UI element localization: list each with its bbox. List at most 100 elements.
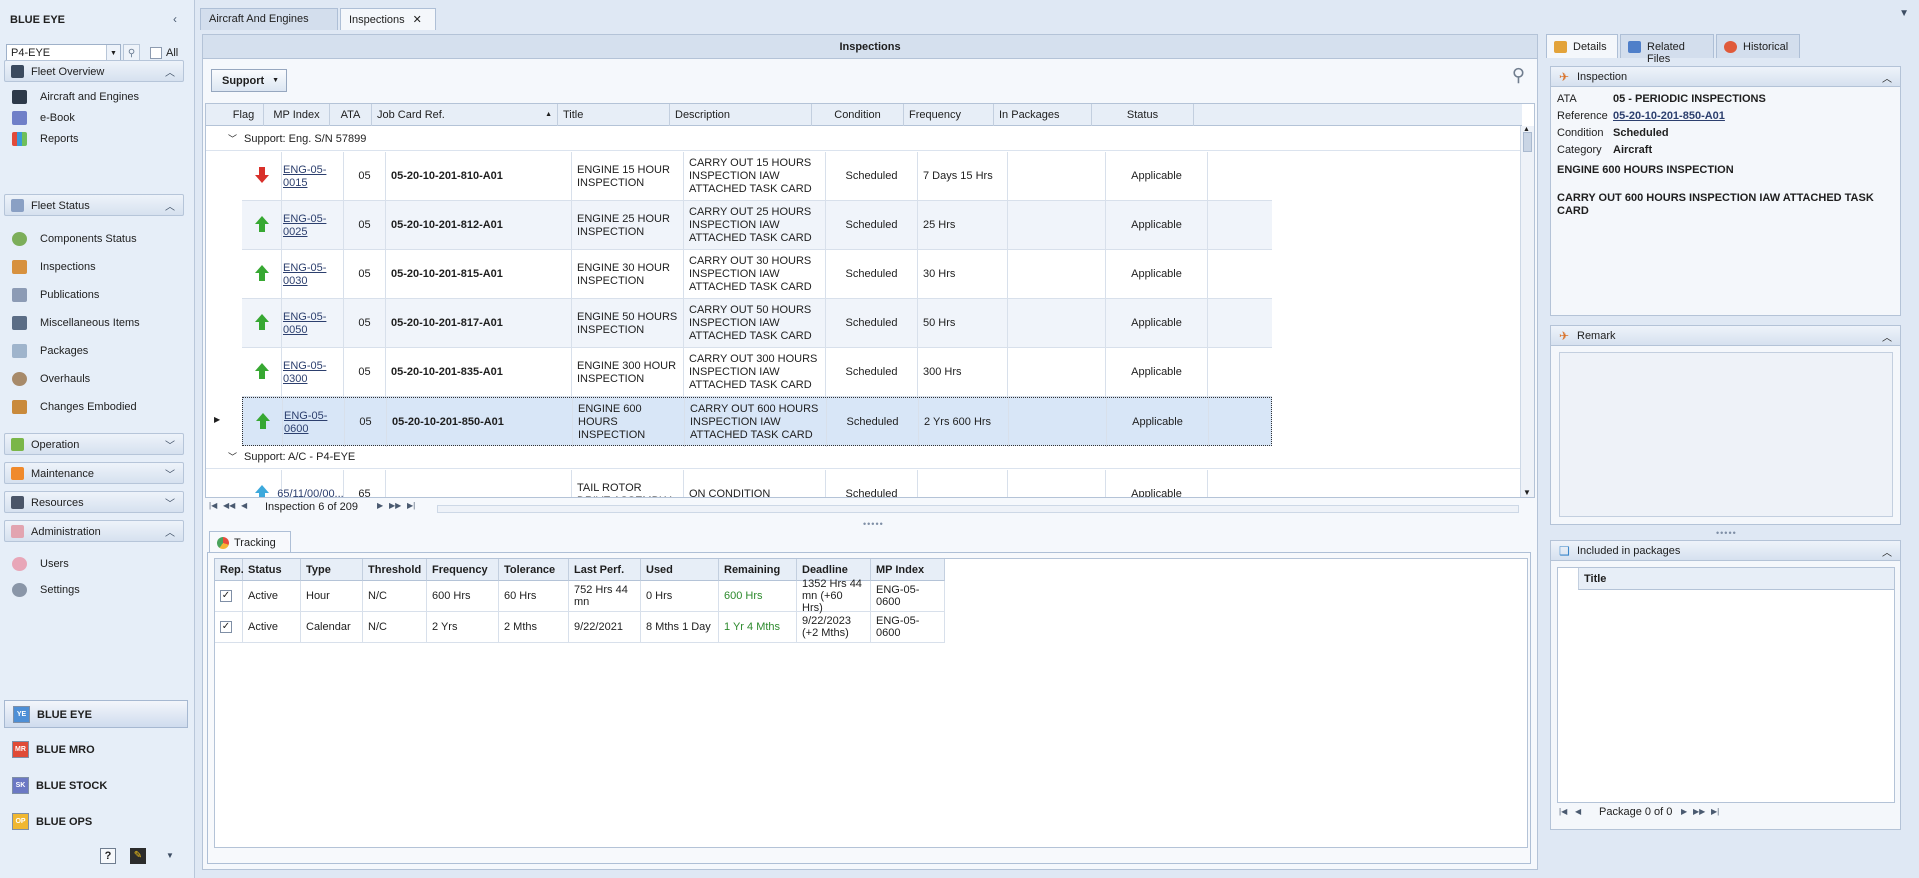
prev-record-icon[interactable]: ◀ bbox=[1575, 807, 1581, 816]
chevron-down-icon[interactable]: ﹀ bbox=[165, 495, 175, 510]
search-icon[interactable]: ⚲ bbox=[1512, 65, 1525, 86]
chevron-down-icon[interactable]: ﹀ bbox=[165, 466, 175, 481]
col-frequency[interactable]: Frequency bbox=[904, 104, 994, 126]
col-status[interactable]: Status bbox=[1092, 104, 1194, 126]
horizontal-scrollbar[interactable] bbox=[437, 505, 1519, 513]
rep-checkbox[interactable]: ✓ bbox=[220, 590, 232, 602]
table-row[interactable]: ENG-05-0015 05 05-20-10-201-810-A01 ENGINE … bbox=[206, 152, 1522, 201]
group-maintenance[interactable]: Maintenance ﹀ bbox=[4, 462, 184, 484]
col-remaining[interactable]: Remaining bbox=[719, 559, 797, 581]
table-row[interactable]: ENG-05-0030 05 05-20-10-201-815-A01 ENGINE … bbox=[206, 250, 1522, 299]
nav-e-book[interactable]: e-Book bbox=[12, 108, 182, 128]
chevron-down-icon[interactable]: ﹀ bbox=[165, 437, 175, 452]
next-page-icon[interactable]: ▶▶ bbox=[1693, 807, 1705, 816]
nav-publications[interactable]: Publications bbox=[12, 285, 182, 305]
cell-mp[interactable]: ENG-05-0050 bbox=[278, 299, 344, 348]
group-resources[interactable]: Resources ﹀ bbox=[4, 491, 184, 513]
nav-users[interactable]: Users bbox=[12, 554, 182, 574]
col-type[interactable]: Type bbox=[301, 559, 363, 581]
cell-rep[interactable]: ✓ bbox=[215, 581, 243, 612]
col-used[interactable]: Used bbox=[641, 559, 719, 581]
chevron-up-icon[interactable]: ︿ bbox=[165, 524, 175, 539]
col-condition[interactable]: Condition bbox=[812, 104, 904, 126]
col-freq[interactable]: Frequency bbox=[427, 559, 499, 581]
cell-mp[interactable]: ENG-05-0600 bbox=[279, 398, 345, 447]
table-row[interactable]: ENG-05-0050 05 05-20-10-201-817-A01 ENGINE … bbox=[206, 299, 1522, 348]
nav-inspections[interactable]: Inspections bbox=[12, 257, 182, 277]
first-record-icon[interactable]: |◀ bbox=[209, 501, 217, 510]
skin-icon[interactable]: ✎ bbox=[130, 848, 146, 864]
table-row[interactable]: ▶ ENG-05-0600 05 05-20-10-201-850-A01 ENGINE… bbox=[206, 397, 1522, 447]
table-row[interactable]: 65/11/00/00...65 TAIL ROTOR DRIVE ASSEMBL… bbox=[206, 470, 1522, 497]
table-row[interactable]: ENG-05-0025 05 05-20-10-201-812-A01 ENGINE … bbox=[206, 201, 1522, 250]
cell-mp[interactable]: ENG-05-0025 bbox=[278, 201, 344, 250]
chevron-up-icon[interactable]: ︿ bbox=[165, 64, 175, 79]
group-fleet-status[interactable]: Fleet Status ︿ bbox=[4, 194, 184, 216]
nav-settings[interactable]: Settings bbox=[12, 580, 182, 600]
splitter-handle[interactable]: ••••• bbox=[1716, 528, 1737, 538]
col-in-packages[interactable]: In Packages bbox=[994, 104, 1092, 126]
nav-miscellaneous-items[interactable]: Miscellaneous Items bbox=[12, 313, 182, 333]
col-ata[interactable]: ATA bbox=[330, 104, 372, 126]
prev-record-icon[interactable]: ◀ bbox=[241, 501, 247, 510]
chevron-up-icon[interactable]: ︿ bbox=[1882, 70, 1892, 85]
next-record-icon[interactable]: ▶ bbox=[377, 501, 383, 510]
nav-reports[interactable]: Reports bbox=[12, 129, 182, 149]
col-flag[interactable]: Flag bbox=[224, 104, 264, 126]
module-blue-stock[interactable]: SK BLUE STOCK bbox=[4, 772, 188, 800]
table-row[interactable]: ENG-05-0300 05 05-20-10-201-835-A01 ENGINE … bbox=[206, 348, 1522, 397]
last-record-icon[interactable]: ▶| bbox=[1711, 807, 1719, 816]
next-page-icon[interactable]: ▶▶ bbox=[389, 501, 401, 510]
tab-details[interactable]: Details bbox=[1546, 34, 1618, 58]
chevron-down-icon[interactable]: ▼ bbox=[166, 851, 174, 860]
nav-components-status[interactable]: Components Status bbox=[12, 229, 182, 249]
panel-header[interactable]: ✈ Remark ︿ bbox=[1551, 326, 1900, 346]
group-administration[interactable]: Administration ︿ bbox=[4, 520, 184, 542]
panel-header[interactable]: ❑ Included in packages ︿ bbox=[1551, 541, 1900, 561]
col-threshold[interactable]: Threshold bbox=[363, 559, 427, 581]
col-rep[interactable]: Rep. bbox=[215, 559, 244, 581]
cell-mp[interactable]: ENG-05-0030 bbox=[278, 250, 344, 299]
col-description[interactable]: Description bbox=[670, 104, 812, 126]
col-status[interactable]: Status bbox=[243, 559, 301, 581]
all-checkbox[interactable] bbox=[150, 47, 162, 59]
cell-mp[interactable]: 65/11/00/00... bbox=[277, 470, 344, 497]
group-fleet-overview[interactable]: Fleet Overview ︿ bbox=[4, 60, 184, 82]
col-title[interactable]: Title bbox=[1578, 568, 1894, 590]
chevron-up-icon[interactable]: ︿ bbox=[165, 198, 175, 213]
reference-link[interactable]: 05-20-10-201-850-A01 bbox=[1613, 110, 1725, 122]
prev-page-icon[interactable]: ◀◀ bbox=[223, 501, 235, 510]
cell-rep[interactable]: ✓ bbox=[215, 612, 243, 643]
last-record-icon[interactable]: ▶| bbox=[407, 501, 415, 510]
chevron-up-icon[interactable]: ︿ bbox=[1882, 329, 1892, 344]
group-operation[interactable]: Operation ﹀ bbox=[4, 433, 184, 455]
panel-header[interactable]: ✈ Inspection ︿ bbox=[1551, 67, 1900, 87]
col-last[interactable]: Last Perf. bbox=[569, 559, 641, 581]
col-job-card-ref[interactable]: Job Card Ref. ▲ bbox=[372, 104, 558, 126]
vertical-scrollbar[interactable]: ▲ ▼ bbox=[1520, 126, 1534, 497]
cell-mp[interactable]: ENG-05-0015 bbox=[278, 152, 344, 201]
scroll-thumb[interactable] bbox=[1523, 132, 1532, 152]
chevron-up-icon[interactable]: ︿ bbox=[1882, 544, 1892, 559]
nav-overhauls[interactable]: Overhauls bbox=[12, 369, 182, 389]
group-row[interactable]: ﹀ Support: Eng. S/N 57899 bbox=[206, 127, 1522, 151]
tab-inspections[interactable]: Inspections ✕ bbox=[340, 8, 436, 30]
support-dropdown-button[interactable]: Support ▼ bbox=[211, 69, 287, 92]
module-blue-mro[interactable]: MR BLUE MRO bbox=[4, 736, 188, 764]
module-blue-ops[interactable]: OP BLUE OPS bbox=[4, 808, 188, 836]
col-title[interactable]: Title bbox=[558, 104, 670, 126]
nav-packages[interactable]: Packages bbox=[12, 341, 182, 361]
first-record-icon[interactable]: |◀ bbox=[1559, 807, 1567, 816]
scroll-down-icon[interactable]: ▼ bbox=[1523, 488, 1531, 497]
col-tol[interactable]: Tolerance bbox=[499, 559, 569, 581]
group-row[interactable]: ﹀ Support: A/C - P4-EYE bbox=[206, 445, 1522, 469]
tab-aircraft-and-engines[interactable]: Aircraft And Engines bbox=[200, 8, 338, 30]
collapse-sidebar-icon[interactable]: ‹ bbox=[168, 12, 182, 26]
nav-aircraft-and-engines[interactable]: Aircraft and Engines bbox=[12, 87, 182, 107]
close-icon[interactable]: ✕ bbox=[413, 14, 422, 26]
help-button[interactable]: ? bbox=[100, 848, 116, 864]
rep-checkbox[interactable]: ✓ bbox=[220, 621, 232, 633]
chevron-down-icon[interactable]: ﹀ bbox=[228, 132, 237, 145]
remark-textarea[interactable] bbox=[1559, 352, 1893, 517]
chevron-down-icon[interactable]: ▼ bbox=[1899, 8, 1909, 19]
